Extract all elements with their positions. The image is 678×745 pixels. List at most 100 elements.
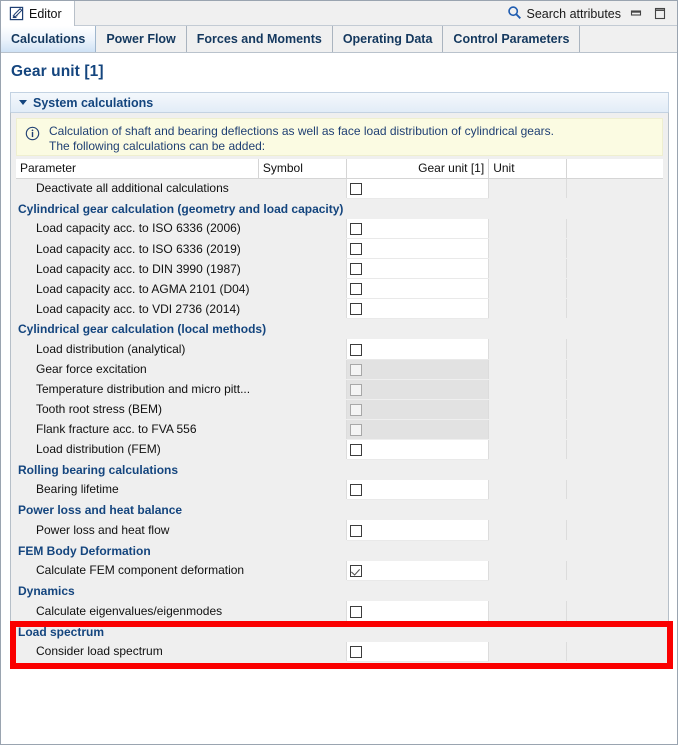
checkbox-unchecked-icon[interactable] <box>349 182 362 195</box>
row-value-cell[interactable] <box>345 399 490 420</box>
row-value-cell[interactable] <box>345 218 490 239</box>
info-icon <box>25 126 40 144</box>
row-value-cell[interactable] <box>345 641 490 662</box>
column-header-unit[interactable]: Unit <box>488 159 568 179</box>
checkbox-unchecked-icon[interactable] <box>349 243 362 256</box>
table-row[interactable]: Load capacity acc. to ISO 6336 (2019) <box>16 238 663 259</box>
table-row[interactable]: Calculate FEM component deformation <box>16 560 663 581</box>
table-group-row: Dynamics <box>16 580 663 601</box>
tab-operating-data[interactable]: Operating Data <box>332 26 444 52</box>
checkbox-unchecked-icon[interactable] <box>349 223 362 236</box>
maximize-icon[interactable] <box>649 1 671 26</box>
row-extra <box>566 520 663 541</box>
checkbox-unchecked-icon[interactable] <box>349 343 362 356</box>
table-row[interactable]: Load capacity acc. to ISO 6336 (2006) <box>16 218 663 239</box>
checkbox-unchecked-icon[interactable] <box>349 646 362 659</box>
row-parameter-label: Temperature distribution and micro pitt.… <box>16 379 259 400</box>
checkbox-unchecked-icon[interactable] <box>349 443 362 456</box>
group-label: FEM Body Deformation <box>16 540 663 561</box>
row-value-cell[interactable] <box>345 560 490 581</box>
group-label: Rolling bearing calculations <box>16 459 663 480</box>
checkbox-checked-icon[interactable] <box>349 565 362 578</box>
calculations-table: Parameter Symbol Gear unit [1] Unit Deac… <box>16 159 663 662</box>
system-calculations-title: System calculations <box>33 95 154 110</box>
table-row[interactable]: Load capacity acc. to VDI 2736 (2014) <box>16 298 663 319</box>
column-header-extra[interactable] <box>566 159 663 179</box>
column-header-gear-unit[interactable]: Gear unit [1] <box>346 159 490 179</box>
checkbox-unchecked-icon[interactable] <box>349 484 362 497</box>
row-value-cell[interactable] <box>345 178 490 199</box>
checkbox-unchecked-icon[interactable] <box>349 283 362 296</box>
chevron-down-icon[interactable] <box>19 100 27 105</box>
row-symbol <box>258 601 347 622</box>
table-group-row: Rolling bearing calculations <box>16 459 663 480</box>
table-row[interactable]: Load capacity acc. to DIN 3990 (1987) <box>16 258 663 279</box>
checkbox-unchecked-icon[interactable] <box>349 303 362 316</box>
system-calculations-header[interactable]: System calculations <box>10 92 669 112</box>
row-unit <box>488 298 568 319</box>
row-symbol <box>258 560 347 581</box>
tab-forces-and-moments[interactable]: Forces and Moments <box>186 26 333 52</box>
column-header-parameter[interactable]: Parameter <box>16 159 259 179</box>
table-row[interactable]: Power loss and heat flow <box>16 520 663 541</box>
row-unit <box>488 439 568 460</box>
row-extra <box>566 419 663 440</box>
table-row[interactable]: Tooth root stress (BEM) <box>16 399 663 420</box>
tab-control-parameters[interactable]: Control Parameters <box>443 26 581 52</box>
group-label: Cylindrical gear calculation (local meth… <box>16 318 663 339</box>
tab-calculations[interactable]: Calculations <box>1 26 97 52</box>
row-extra <box>566 298 663 319</box>
table-row[interactable]: Load capacity acc. to AGMA 2101 (D04) <box>16 278 663 299</box>
table-row[interactable]: Consider load spectrum <box>16 641 663 662</box>
row-unit <box>488 520 568 541</box>
table-row[interactable]: Bearing lifetime <box>16 479 663 500</box>
row-unit <box>488 601 568 622</box>
table-row[interactable]: Deactivate all additional calculations <box>16 178 663 199</box>
row-value-cell[interactable] <box>345 439 490 460</box>
search-attributes-button[interactable]: Search attributes <box>507 1 621 26</box>
table-row[interactable]: Gear force excitation <box>16 359 663 380</box>
row-unit <box>488 479 568 500</box>
row-value-cell[interactable] <box>345 339 490 360</box>
minimize-icon[interactable] <box>625 1 647 26</box>
table-row[interactable]: Temperature distribution and micro pitt.… <box>16 379 663 400</box>
row-unit <box>488 238 568 259</box>
row-parameter-label: Flank fracture acc. to FVA 556 <box>16 419 259 440</box>
row-value-cell[interactable] <box>345 278 490 299</box>
table-row[interactable]: Calculate eigenvalues/eigenmodes <box>16 601 663 622</box>
column-header-symbol[interactable]: Symbol <box>258 159 347 179</box>
checkbox-unchecked-icon <box>349 363 362 376</box>
row-parameter-label: Load capacity acc. to ISO 6336 (2006) <box>16 218 259 239</box>
row-extra <box>566 238 663 259</box>
table-row[interactable]: Flank fracture acc. to FVA 556 <box>16 419 663 440</box>
row-value-cell[interactable] <box>345 479 490 500</box>
row-symbol <box>258 238 347 259</box>
table-row[interactable]: Load distribution (analytical) <box>16 339 663 360</box>
row-symbol <box>258 258 347 279</box>
row-symbol <box>258 439 347 460</box>
row-value-cell[interactable] <box>345 298 490 319</box>
row-value-cell[interactable] <box>345 419 490 440</box>
row-symbol <box>258 520 347 541</box>
editor-view-tab[interactable]: Editor <box>1 1 75 26</box>
editor-pencil-icon <box>9 6 24 21</box>
row-value-cell[interactable] <box>345 238 490 259</box>
group-label: Cylindrical gear calculation (geometry a… <box>16 198 663 219</box>
tab-power-flow[interactable]: Power Flow <box>96 26 187 52</box>
row-extra <box>566 439 663 460</box>
row-value-cell[interactable] <box>345 601 490 622</box>
row-value-cell[interactable] <box>345 258 490 279</box>
table-row[interactable]: Load distribution (FEM) <box>16 439 663 460</box>
editor-window: Editor Search attributes Calculations Po… <box>0 0 678 745</box>
checkbox-unchecked-icon[interactable] <box>349 524 362 537</box>
checkbox-unchecked-icon[interactable] <box>349 605 362 618</box>
checkbox-unchecked-icon[interactable] <box>349 263 362 276</box>
row-value-cell[interactable] <box>345 359 490 380</box>
row-value-cell[interactable] <box>345 520 490 541</box>
row-parameter-label: Deactivate all additional calculations <box>16 178 259 199</box>
row-unit <box>488 218 568 239</box>
row-extra <box>566 601 663 622</box>
info-text: Calculation of shaft and bearing deflect… <box>49 124 554 153</box>
row-value-cell[interactable] <box>345 379 490 400</box>
row-extra <box>566 560 663 581</box>
